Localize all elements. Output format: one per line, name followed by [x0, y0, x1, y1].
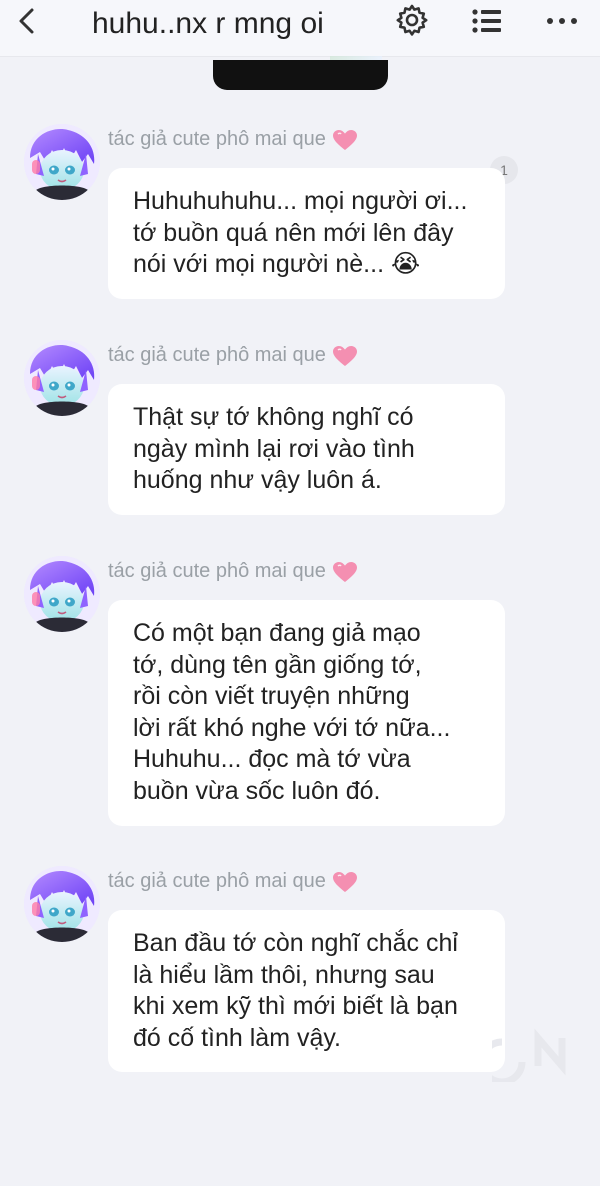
chat-title: huhu..nx r mng oi — [92, 7, 324, 40]
heart-icon — [332, 871, 358, 893]
message-line: lời rất khó nghe với tớ nữa... — [133, 713, 451, 742]
message-line: là hiểu lầm thôi, nhưng sau — [133, 960, 435, 989]
message-bubble[interactable]: Có một bạn đang giả mạo tớ, dùng tên gần… — [108, 600, 505, 826]
message-bubble[interactable]: Huhuhuhuhu... mọi người ơi... tớ buồn qu… — [108, 168, 505, 299]
more-horizontal-icon[interactable] — [544, 4, 580, 38]
chevron-left-icon[interactable] — [12, 2, 44, 42]
author-name[interactable]: tác giả cute phô mai que — [108, 560, 358, 583]
message-line: Huhuhuhuhu... mọi người ơi... — [133, 187, 468, 215]
message-line: buồn vừa sốc luôn đó. — [133, 776, 381, 805]
avatar[interactable] — [24, 866, 100, 942]
gear-icon[interactable] — [394, 2, 430, 38]
message-line: tớ buồn quá nên mới lên đây — [133, 218, 454, 247]
message-line: tớ, dùng tên gần giống tớ, — [133, 650, 422, 679]
message-line: Ban đầu tớ còn nghĩ chắc chỉ — [133, 929, 458, 957]
message-bubble[interactable]: Thật sự tớ không nghĩ có ngày mình lại r… — [108, 384, 505, 515]
avatar[interactable] — [24, 340, 100, 416]
heart-icon — [332, 345, 358, 367]
pinned-bar[interactable] — [213, 60, 388, 90]
author-label: tác giả cute phô mai que — [108, 870, 326, 892]
message-line: Huhuhu... đọc mà tớ vừa — [133, 745, 411, 773]
message-line: đó cố tình làm vậy. — [133, 1023, 341, 1052]
message-line: Có một bạn đang giả mạo — [133, 619, 421, 647]
avatar[interactable] — [24, 124, 100, 200]
watermark-logo — [492, 1028, 566, 1082]
author-name[interactable]: tác giả cute phô mai que — [108, 870, 358, 893]
message-line: khi xem kỹ thì mới biết là bạn — [133, 992, 458, 1020]
author-label: tác giả cute phô mai que — [108, 128, 326, 150]
message-line: huống như vậy luôn á. — [133, 466, 382, 494]
message-line: rồi còn viết truyện những — [133, 682, 410, 710]
author-name[interactable]: tác giả cute phô mai que — [108, 128, 358, 151]
avatar[interactable] — [24, 556, 100, 632]
list-icon[interactable] — [470, 4, 504, 38]
message-line: ngày mình lại rơi vào tình — [133, 434, 415, 463]
message-line: nói với mọi người nè... 😭 — [133, 250, 421, 278]
author-label: tác giả cute phô mai que — [108, 344, 326, 366]
author-name[interactable]: tác giả cute phô mai que — [108, 344, 358, 367]
message-bubble[interactable]: Ban đầu tớ còn nghĩ chắc chỉ là hiểu lầm… — [108, 910, 505, 1072]
author-label: tác giả cute phô mai que — [108, 560, 326, 582]
heart-icon — [332, 561, 358, 583]
message-line: Thật sự tớ không nghĩ có — [133, 403, 414, 431]
heart-icon — [332, 129, 358, 151]
top-bar: huhu..nx r mng oi — [0, 0, 600, 56]
